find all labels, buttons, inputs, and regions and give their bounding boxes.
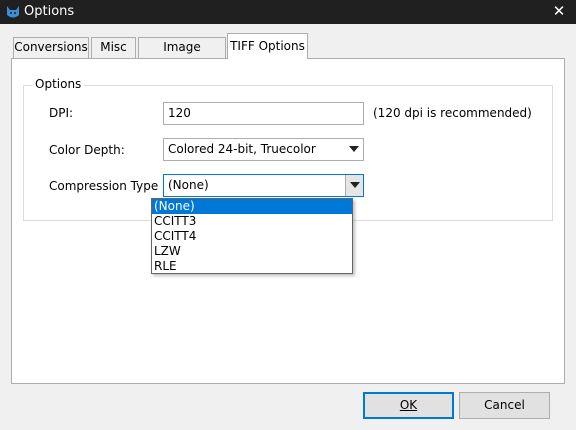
dpi-label: DPI: bbox=[49, 106, 74, 120]
color-depth-value: Colored 24-bit, Truecolor bbox=[168, 142, 316, 156]
chevron-down-icon[interactable] bbox=[345, 139, 363, 160]
tab-label: TIFF Options bbox=[230, 39, 305, 53]
dropdown-option-rle[interactable]: RLE bbox=[152, 259, 352, 274]
tab-tiff-options[interactable]: TIFF Options bbox=[227, 33, 308, 59]
ok-label: OK bbox=[399, 398, 418, 412]
title-bar: Options ✕ bbox=[0, 0, 576, 24]
dropdown-option-none[interactable]: (None) bbox=[152, 199, 352, 214]
cancel-label: Cancel bbox=[484, 398, 525, 412]
dropdown-option-ccitt3[interactable]: CCITT3 bbox=[152, 214, 352, 229]
ok-button[interactable]: OK bbox=[363, 392, 454, 419]
color-depth-label: Color Depth: bbox=[49, 143, 125, 157]
compression-type-value: (None) bbox=[168, 178, 209, 192]
close-icon: ✕ bbox=[552, 2, 566, 20]
dpi-input[interactable]: 120 bbox=[163, 102, 364, 125]
compression-type-label: Compression Type bbox=[49, 179, 159, 193]
group-title: Options bbox=[32, 77, 85, 91]
window-title: Options bbox=[24, 4, 75, 19]
dpi-hint: (120 dpi is recommended) bbox=[373, 106, 532, 120]
tab-misc[interactable]: Misc bbox=[91, 37, 136, 58]
dropdown-option-ccitt4[interactable]: CCITT4 bbox=[152, 229, 352, 244]
dropdown-option-lzw[interactable]: LZW bbox=[152, 244, 352, 259]
tab-conversions[interactable]: Conversions bbox=[13, 37, 89, 58]
app-cat-icon bbox=[7, 6, 19, 18]
compression-type-select[interactable]: (None) bbox=[163, 174, 364, 197]
color-depth-select[interactable]: Colored 24-bit, Truecolor bbox=[163, 138, 364, 161]
tab-label: Conversions bbox=[14, 40, 88, 54]
close-button[interactable]: ✕ bbox=[542, 0, 576, 24]
dpi-value: 120 bbox=[168, 106, 191, 120]
compression-type-dropdown-list[interactable]: (None) CCITT3 CCITT4 LZW RLE bbox=[151, 198, 353, 274]
tab-image-options[interactable]: Image Options bbox=[138, 37, 226, 73]
cancel-button[interactable]: Cancel bbox=[459, 392, 550, 419]
chevron-down-icon[interactable] bbox=[345, 175, 363, 196]
tab-label: Misc bbox=[100, 40, 127, 54]
